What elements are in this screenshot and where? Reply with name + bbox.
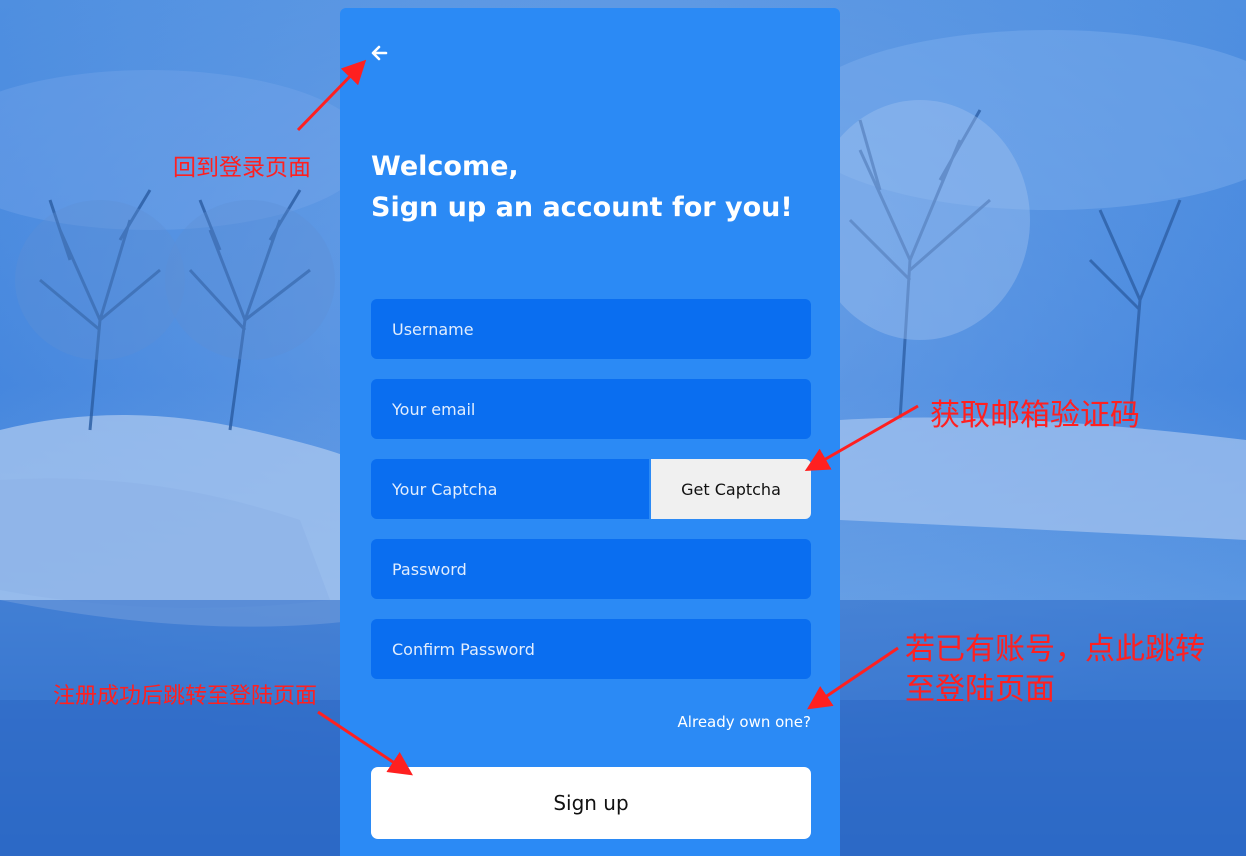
password-input[interactable] [371,539,811,599]
annotation-back: 回到登录页面 [173,155,311,181]
title-line-1: Welcome, [371,151,519,182]
username-input[interactable] [371,299,811,359]
annotation-signup: 注册成功后跳转至登陆页面 [53,684,318,709]
annotation-captcha: 获取邮箱验证码 [930,398,1140,433]
captcha-input[interactable] [371,459,649,519]
arrow-left-icon [371,45,388,61]
annotation-already: 若已有账号，点此跳转 至登陆页面 [905,630,1205,710]
title-line-2: Sign up an account for you! [371,192,793,223]
email-input[interactable] [371,379,811,439]
back-button[interactable] [369,42,391,64]
annotation-already-line-1: 若已有账号，点此跳转 [905,632,1205,667]
get-captcha-button[interactable]: Get Captcha [651,459,811,519]
page-title: Welcome, Sign up an account for you! [371,146,811,228]
annotation-already-line-2: 至登陆页面 [905,672,1055,707]
confirm-password-input[interactable] [371,619,811,679]
sign-up-button[interactable]: Sign up [371,767,811,839]
already-own-account-link[interactable]: Already own one? [678,713,811,731]
